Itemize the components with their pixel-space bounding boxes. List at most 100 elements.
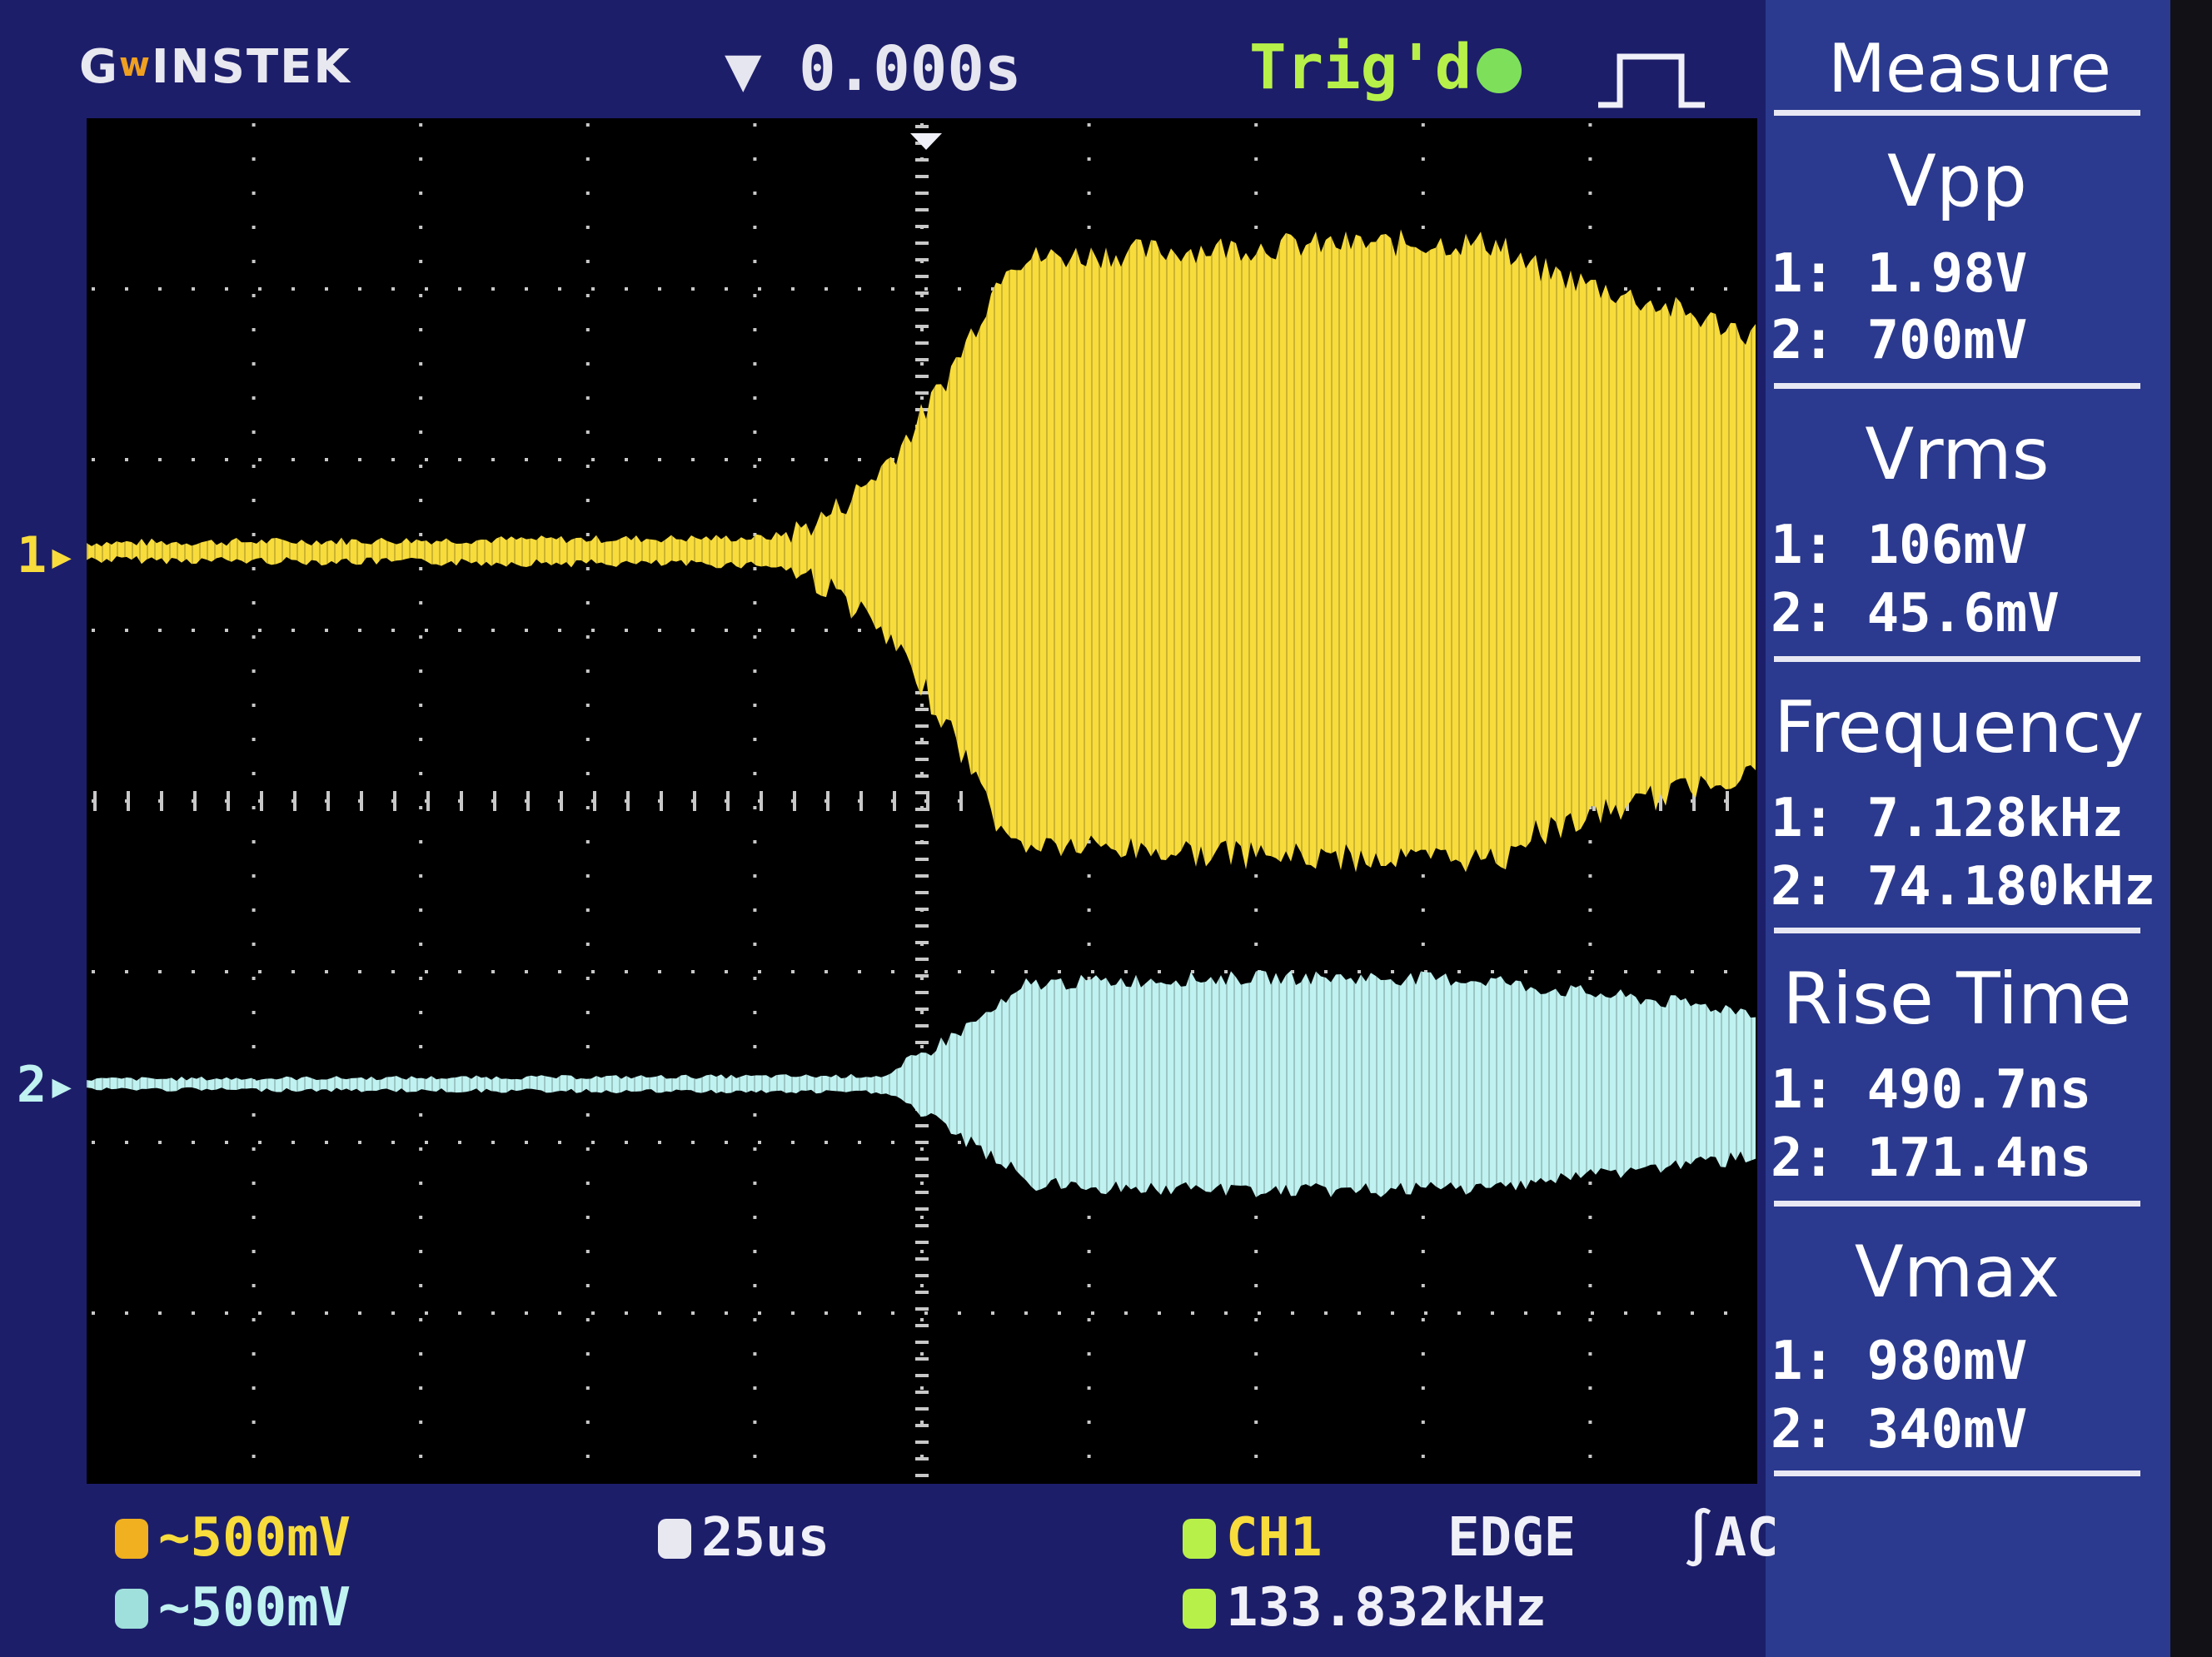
grid-dot: [991, 1311, 994, 1315]
trace-hatch: [304, 229, 306, 873]
trace-hatch: [1031, 229, 1033, 873]
trace-hatch: [514, 229, 516, 873]
trace-hatch: [671, 229, 673, 873]
grid-dot: [585, 465, 590, 468]
measure-label: Vmax: [1854, 1231, 2060, 1314]
grid-dot: [419, 396, 423, 400]
trigger-type-readout[interactable]: EDGE: [1447, 1507, 1576, 1569]
center-tick: [915, 991, 929, 994]
grid-dot: [252, 465, 256, 468]
grid-dot: [525, 458, 528, 461]
grid-dot: [791, 1141, 795, 1144]
grid-dot: [625, 629, 628, 632]
trace-hatch: [476, 970, 478, 1197]
grid-dot: [758, 287, 761, 291]
ch1-level-marker[interactable]: 1▸: [17, 526, 77, 585]
trace-hatch: [536, 970, 538, 1197]
trace-hatch: [1631, 229, 1632, 873]
trace-hatch: [214, 970, 216, 1197]
grid-dot: [920, 1250, 924, 1253]
grid-dot: [325, 287, 328, 291]
trace-hatch: [132, 970, 133, 1197]
grid-dot: [753, 1045, 757, 1048]
trace-hatch: [1039, 229, 1040, 873]
grid-dot: [1224, 970, 1228, 973]
trace-hatch: [1009, 229, 1010, 873]
trace-hatch: [252, 229, 253, 873]
trace-hatch: [634, 229, 635, 873]
trace-hatch: [1443, 229, 1445, 873]
timebase-readout[interactable]: 25us: [658, 1507, 830, 1569]
grid-dot: [891, 1141, 894, 1144]
trace-hatch: [941, 229, 943, 873]
grid-dot: [325, 629, 328, 632]
ch2-scale-readout[interactable]: ~500mV: [115, 1577, 351, 1639]
trace-hatch: [1233, 229, 1235, 873]
grid-dot: [358, 629, 361, 632]
trace-hatch: [446, 229, 448, 873]
grid-dot: [1024, 1311, 1028, 1315]
trigger-coupling-readout[interactable]: ∫AC: [1682, 1507, 1779, 1569]
trace-hatch: [1346, 229, 1348, 873]
trace-hatch: [971, 970, 973, 1197]
trace-hatch: [1676, 229, 1677, 873]
grid-dot: [1421, 226, 1425, 229]
trace-hatch: [821, 229, 823, 873]
grid-dot: [1591, 970, 1594, 973]
grid-dot: [958, 1311, 961, 1315]
grid-dot: [585, 1455, 590, 1458]
grid-dot: [1091, 1311, 1094, 1315]
trace-hatch: [476, 229, 478, 873]
grid-dot: [1424, 1311, 1427, 1315]
grid-dot: [753, 601, 757, 605]
trace-hatch: [349, 229, 351, 873]
grid-dot: [291, 287, 295, 291]
center-tick: [915, 1041, 929, 1044]
grid-dot: [1588, 1421, 1592, 1424]
ch2-level-marker[interactable]: 2▸: [17, 1056, 77, 1114]
trace-hatch: [1481, 229, 1482, 873]
trace-hatch: [184, 229, 186, 873]
trace-hatch: [1248, 229, 1250, 873]
panel-divider: [1774, 1470, 2140, 1476]
grid-dot: [753, 908, 757, 912]
trace-hatch: [252, 970, 253, 1197]
waveform-canvas: [87, 123, 1756, 1477]
trace-hatch: [177, 970, 178, 1197]
ch2-badge-icon: [115, 1589, 148, 1629]
grid-dot: [291, 1141, 295, 1144]
trace-hatch: [619, 970, 620, 1197]
grid-dot: [225, 970, 228, 973]
center-tick: [859, 791, 863, 811]
trace-hatch: [454, 229, 456, 873]
ch1-scale-readout[interactable]: ~500mV: [115, 1507, 351, 1569]
grid-dot: [1087, 192, 1091, 195]
grid-dot: [1588, 1216, 1592, 1219]
center-tick: [915, 1441, 929, 1444]
grid-dot: [1491, 970, 1494, 973]
trigger-source-readout[interactable]: CH1: [1183, 1507, 1323, 1569]
trace-hatch: [1054, 229, 1055, 873]
grid-dot: [458, 458, 461, 461]
trace-hatch: [1091, 229, 1093, 873]
trace-hatch: [596, 229, 598, 873]
trace-hatch: [911, 970, 913, 1197]
trace-hatch: [739, 970, 740, 1197]
grid-dot: [419, 1216, 423, 1219]
trace-hatch: [574, 229, 575, 873]
grid-dot: [753, 1386, 757, 1390]
grid-dot: [753, 840, 757, 843]
trace-hatch: [1128, 229, 1130, 873]
trace-hatch: [1338, 229, 1340, 873]
grid-dot: [419, 738, 423, 741]
grid-dot: [525, 629, 528, 632]
grid-dot: [252, 1455, 256, 1458]
grid-dot: [753, 430, 757, 434]
trace-hatch: [1136, 229, 1138, 873]
trace-hatch: [589, 970, 590, 1197]
center-tick: [915, 391, 929, 395]
grid-dot: [958, 1141, 961, 1144]
trace-hatch: [521, 229, 523, 873]
time-position-value: 0.000s: [799, 33, 1022, 105]
center-tick: [726, 791, 730, 811]
